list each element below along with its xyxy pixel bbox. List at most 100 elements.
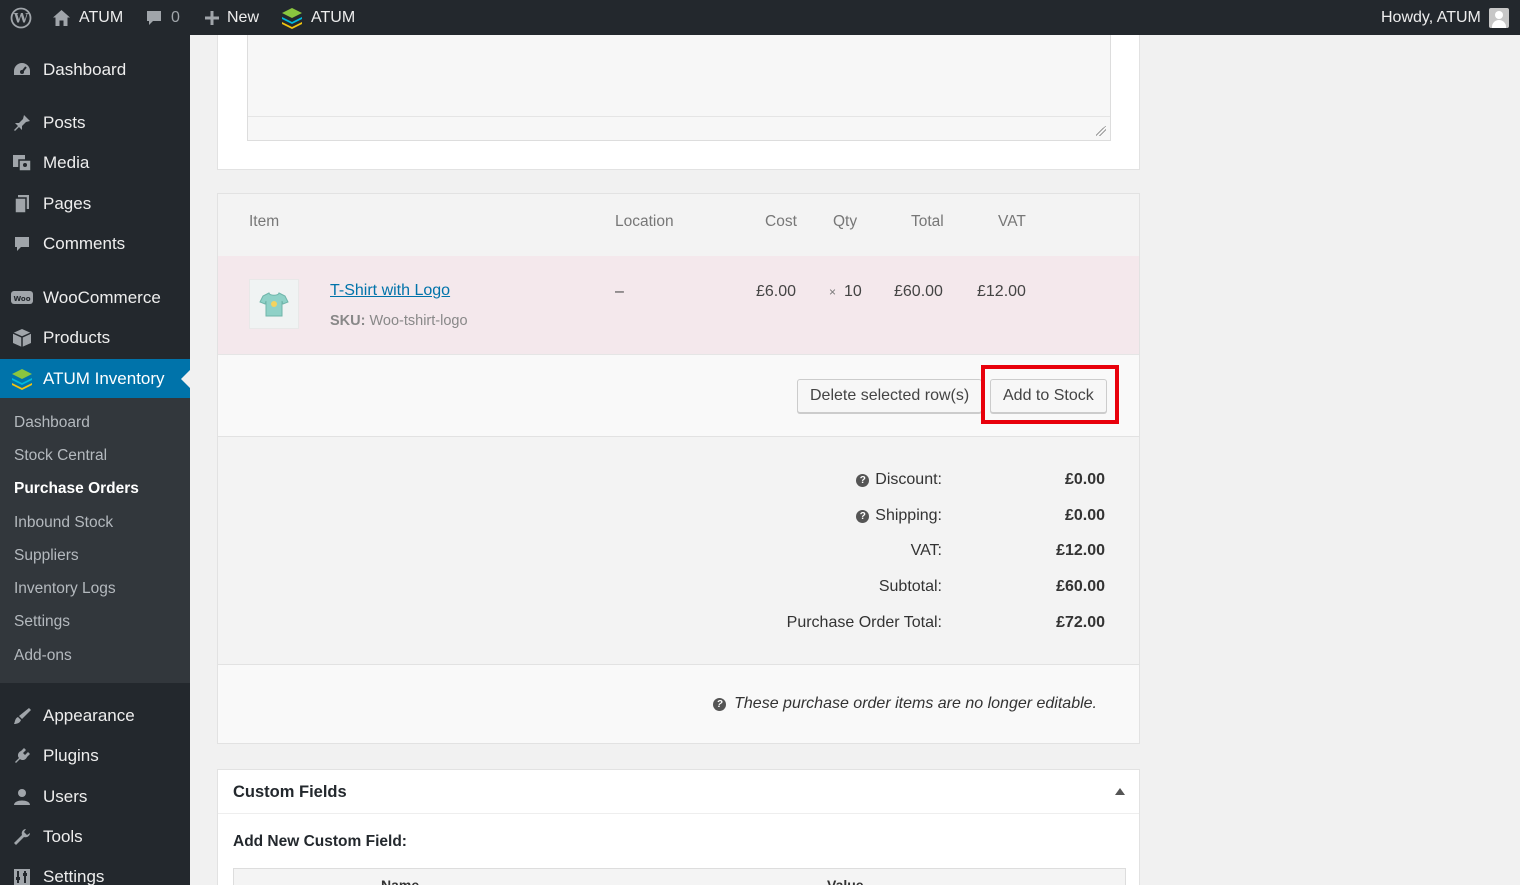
submenu-stock-central[interactable]: Stock Central	[14, 447, 107, 465]
items-actions-bar: Delete selected row(s) Add to Stock	[218, 355, 1139, 437]
menu-plugins-label: Plugins	[43, 746, 99, 765]
menu-plugins[interactable]: Plugins	[0, 736, 190, 776]
custom-field-table-header: Name Value	[233, 868, 1126, 885]
product-link[interactable]: T-Shirt with Logo	[330, 282, 450, 300]
notes-textarea[interactable]	[247, 35, 1111, 141]
custom-fields-header[interactable]: Custom Fields	[218, 770, 1139, 814]
menu-appearance-label: Appearance	[43, 706, 135, 725]
notes-panel	[217, 35, 1140, 170]
menu-dashboard-label: Dashboard	[43, 60, 127, 79]
brush-icon	[0, 706, 42, 726]
greeting: Howdy, ATUM	[1381, 8, 1481, 26]
vat-value: £12.00	[1056, 542, 1105, 559]
account-menu[interactable]: Howdy, ATUM	[1381, 0, 1509, 35]
col-header-name: Name	[381, 877, 420, 885]
tshirt-icon	[259, 292, 289, 317]
comments-count: 0	[171, 8, 180, 26]
menu-appearance[interactable]: Appearance	[0, 696, 190, 736]
dashboard-icon	[0, 61, 42, 79]
home-icon	[53, 9, 70, 26]
menu-posts[interactable]: Posts	[0, 103, 190, 143]
comments-link[interactable]: 0	[145, 0, 180, 35]
custom-fields-title: Custom Fields	[233, 783, 347, 801]
delete-selected-rows-button[interactable]: Delete selected row(s)	[797, 379, 983, 413]
notice-text: These purchase order items are no longer…	[734, 695, 1097, 712]
info-icon: ?	[713, 697, 727, 711]
textarea-status-bar	[248, 116, 1110, 140]
menu-media[interactable]: Media	[0, 143, 190, 183]
user-icon	[0, 787, 42, 807]
submenu-inventory-logs[interactable]: Inventory Logs	[14, 580, 116, 598]
discount-label-text: Discount:	[875, 471, 942, 488]
help-icon[interactable]: ?	[856, 473, 870, 487]
menu-pages-label: Pages	[43, 194, 92, 213]
admin-bar: W ATUM 0 New ATUM Howdy, ATUM	[0, 0, 1520, 35]
atum-label: ATUM	[311, 8, 356, 26]
settings-icon	[0, 868, 42, 885]
qty-multiply-sign: ×	[829, 285, 837, 299]
shipping-label-text: Shipping:	[875, 507, 942, 524]
site-name-link[interactable]: ATUM	[52, 0, 123, 35]
menu-comments-label: Comments	[43, 234, 126, 253]
site-name: ATUM	[79, 8, 124, 26]
atum-admin-link[interactable]: ATUM	[281, 0, 355, 35]
menu-dashboard[interactable]: Dashboard	[0, 50, 190, 90]
discount-value: £0.00	[1064, 471, 1105, 488]
col-header-vat: VAT	[998, 213, 1026, 230]
table-row[interactable]: T-Shirt with Logo SKU: Woo-tshirt-logo –…	[218, 256, 1139, 355]
order-totals: ? Discount: £0.00 ? Shipping: £0.00 VAT:…	[218, 437, 1139, 665]
col-header-location: Location	[615, 213, 674, 230]
item-cost: £6.00	[756, 283, 797, 300]
menu-products[interactable]: Products	[0, 318, 190, 358]
new-label: New	[227, 8, 260, 26]
qty-value: 10	[844, 283, 862, 300]
atum-logo-icon	[282, 7, 302, 29]
menu-users[interactable]: Users	[0, 777, 190, 817]
submenu-settings[interactable]: Settings	[14, 613, 70, 631]
menu-tools-label: Tools	[43, 827, 83, 846]
menu-pages[interactable]: Pages	[0, 184, 190, 224]
col-header-cost: Cost	[765, 213, 797, 230]
resize-handle-icon[interactable]	[1096, 126, 1106, 136]
col-header-total: Total	[911, 213, 944, 230]
discount-label: ? Discount:	[856, 471, 942, 489]
product-thumbnail[interactable]	[249, 279, 299, 329]
menu-woocommerce[interactable]: Woo WooCommerce	[0, 278, 190, 318]
notice-row: ? These purchase order items are no long…	[218, 665, 1139, 743]
add-to-stock-button[interactable]: Add to Stock	[990, 379, 1107, 413]
col-header-value: Value	[827, 877, 864, 885]
menu-atum-inventory[interactable]: ATUM Inventory	[0, 359, 190, 399]
admin-sidebar: Dashboard Posts Media Pages Comments Woo…	[0, 35, 190, 885]
vat-label: VAT:	[910, 542, 942, 559]
not-editable-notice: ? These purchase order items are no long…	[713, 695, 1097, 713]
pin-icon	[0, 113, 42, 133]
help-icon[interactable]: ?	[856, 509, 870, 523]
submenu-purchase-orders[interactable]: Purchase Orders	[14, 480, 139, 498]
avatar	[1488, 7, 1509, 28]
wordpress-logo-icon[interactable]: W	[10, 0, 32, 35]
submenu-dashboard[interactable]: Dashboard	[14, 414, 90, 432]
submenu-add-ons[interactable]: Add-ons	[14, 647, 72, 665]
woo-icon: Woo	[0, 289, 42, 307]
item-total: £60.00	[894, 283, 943, 300]
menu-settings[interactable]: Settings	[0, 857, 190, 885]
po-total-value: £72.00	[1056, 614, 1105, 631]
atum-submenu: Dashboard Stock Central Purchase Orders …	[0, 398, 190, 683]
svg-text:Woo: Woo	[13, 295, 30, 303]
wrench-icon	[0, 827, 42, 847]
po-total-label: Purchase Order Total:	[786, 614, 942, 631]
sku-label: SKU:	[330, 313, 366, 329]
comment-bubble-icon	[147, 10, 161, 25]
menu-atum-inventory-label: ATUM Inventory	[43, 369, 165, 388]
subtotal-label: Subtotal:	[878, 578, 942, 595]
collapse-arrow-icon[interactable]	[1115, 788, 1125, 795]
menu-tools[interactable]: Tools	[0, 817, 190, 857]
col-header-item: Item	[249, 213, 280, 230]
submenu-inbound-stock[interactable]: Inbound Stock	[14, 514, 113, 532]
submenu-suppliers[interactable]: Suppliers	[14, 547, 79, 565]
item-location: –	[615, 283, 624, 300]
box-icon	[0, 327, 42, 349]
new-content-link[interactable]: New	[205, 0, 259, 35]
svg-text:W: W	[13, 11, 29, 26]
menu-comments[interactable]: Comments	[0, 224, 190, 264]
